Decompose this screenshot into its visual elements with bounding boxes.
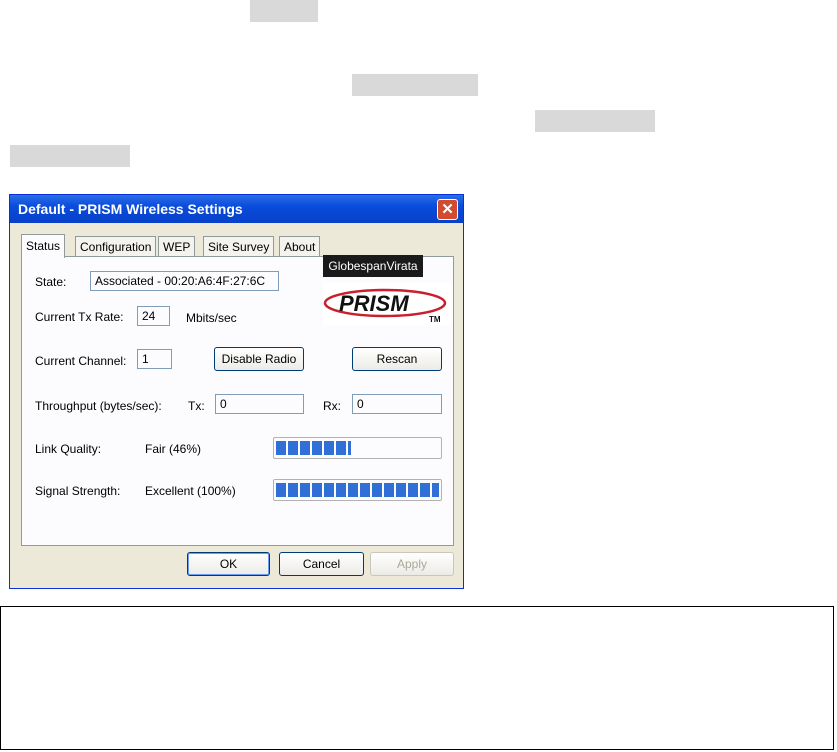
redacted-text-block <box>250 0 318 22</box>
link-quality-label: Link Quality: <box>35 442 102 456</box>
note-box <box>0 606 834 750</box>
rx-label: Rx: <box>323 399 341 413</box>
signal-strength-fill <box>276 483 439 497</box>
state-field: Associated - 00:20:A6:4F:27:6C <box>90 271 279 291</box>
prism-settings-window: Default - PRISM Wireless Settings ✕ Stat… <box>9 194 464 589</box>
cancel-button[interactable]: Cancel <box>279 552 364 576</box>
tab-status[interactable]: Status <box>21 234 66 258</box>
signal-strength-value: Excellent (100%) <box>145 484 236 498</box>
ok-button[interactable]: OK <box>187 552 270 576</box>
close-icon[interactable]: ✕ <box>437 199 458 220</box>
tx-rate-unit: Mbits/sec <box>186 311 237 325</box>
window-titlebar[interactable]: Default - PRISM Wireless Settings <box>10 195 463 223</box>
channel-label: Current Channel: <box>35 354 127 368</box>
link-quality-fill <box>276 441 351 455</box>
link-quality-bar <box>273 437 442 459</box>
prism-logo-text: PRISM <box>339 291 409 316</box>
redacted-text-block <box>535 110 655 132</box>
status-panel: State: Associated - 00:20:A6:4F:27:6C Gl… <box>21 255 454 546</box>
tab-about[interactable]: About <box>279 236 321 257</box>
state-label: State: <box>35 275 67 289</box>
tx-throughput-field: 0 <box>215 394 304 414</box>
rx-throughput-field: 0 <box>352 394 442 414</box>
rescan-button[interactable]: Rescan <box>352 347 442 371</box>
globespanvirata-logo: GlobespanVirata <box>323 255 423 277</box>
channel-field: 1 <box>137 349 172 369</box>
prism-logo: PRISM TM <box>323 283 451 325</box>
tx-label: Tx: <box>188 399 205 413</box>
tx-rate-field: 24 <box>137 306 170 326</box>
signal-strength-bar <box>273 479 442 501</box>
signal-strength-label: Signal Strength: <box>35 484 121 498</box>
redacted-text-block <box>352 74 478 96</box>
apply-button[interactable]: Apply <box>370 552 454 576</box>
tab-configuration[interactable]: Configuration <box>75 236 157 257</box>
disable-radio-button[interactable]: Disable Radio <box>214 347 304 371</box>
window-title: Default - PRISM Wireless Settings <box>18 201 243 217</box>
link-quality-value: Fair (46%) <box>145 442 202 456</box>
tx-rate-label: Current Tx Rate: <box>35 310 124 324</box>
throughput-label: Throughput (bytes/sec): <box>35 399 162 413</box>
prism-tm-text: TM <box>429 315 441 324</box>
tab-wep[interactable]: WEP <box>158 236 196 257</box>
tab-site-survey[interactable]: Site Survey <box>203 236 275 257</box>
redacted-text-block <box>10 145 130 167</box>
